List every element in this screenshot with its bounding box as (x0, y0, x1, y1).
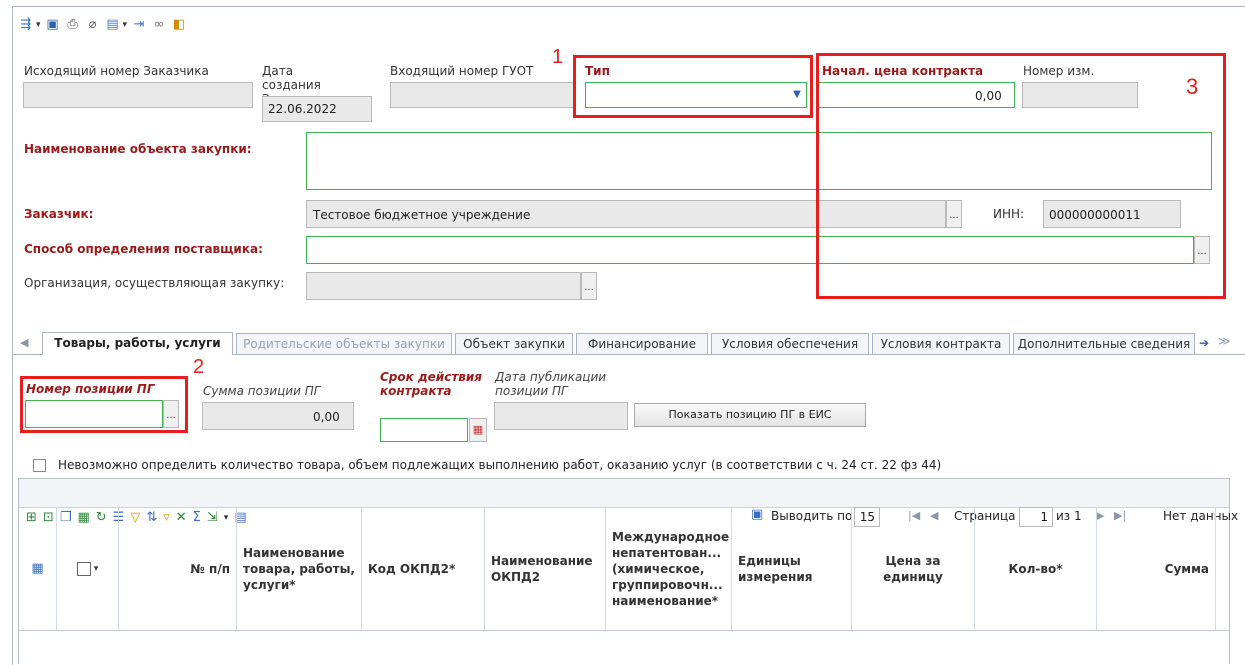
annotation-box-2 (20, 376, 188, 433)
export-icon[interactable]: ⇥ (131, 17, 147, 33)
publish-date-field (494, 402, 628, 430)
outgoing-number-field (23, 82, 253, 108)
cannot-determine-checkbox[interactable] (33, 459, 46, 472)
tab-parent-objects[interactable]: Родительские объекты закупки (236, 333, 452, 354)
incoming-number-field (390, 82, 575, 108)
scroll-right-icon[interactable]: ➔ (1199, 336, 1209, 350)
tab-purchase-object[interactable]: Объект закупки (455, 333, 573, 354)
plan-sum-value: 0,00 (313, 410, 340, 424)
plan-sum-label: Сумма позиции ПГ (203, 384, 321, 398)
report-icon[interactable]: ▤ (105, 17, 121, 33)
annotation-number-1: 1 (552, 46, 564, 68)
annotation-number-3: 3 (1186, 74, 1199, 99)
chevron-down-icon[interactable]: ▾ (94, 561, 99, 577)
calendar-icon[interactable]: ▦ (469, 418, 487, 442)
select-all-cell: ▾ (57, 507, 119, 631)
save-icon[interactable]: ▣ (45, 17, 61, 33)
incoming-number-label: Входящий номер ГУОТ (390, 64, 534, 78)
column-header-sum[interactable]: Сумма (1097, 507, 1216, 631)
chevron-down-icon[interactable]: ▾ (123, 20, 128, 30)
select-all-checkbox[interactable] (76, 561, 91, 576)
tab-financing[interactable]: Финансирование (576, 333, 708, 354)
customer-value: Тестовое бюджетное учреждение (313, 208, 531, 222)
exit-icon[interactable]: ◧ (171, 17, 187, 33)
organization-label: Организация, осуществляющая закупку: (24, 276, 285, 290)
annotation-number-2: 2 (193, 356, 205, 378)
tabs-menu-icon[interactable]: ≫ (1218, 334, 1231, 348)
attach-icon[interactable]: ⌀ (85, 17, 101, 33)
workflow-icon[interactable]: ⇶ (18, 17, 34, 33)
customer-label: Заказчик: (24, 207, 94, 221)
organization-select-button[interactable]: ... (581, 272, 597, 300)
column-header-okpd2-name[interactable]: Наименование ОКПД2 (485, 507, 606, 631)
grid-toolbar (19, 479, 1229, 508)
publish-date-label: Дата публикации позиции ПГ (495, 370, 607, 398)
purchase-object-label: Наименование объекта закупки: (24, 142, 252, 156)
tab-goods[interactable]: Товары, работы, услуги (42, 332, 233, 355)
annotation-box-3 (816, 53, 1226, 299)
column-header-inn-name[interactable]: Международное непатентован... (химическо… (606, 507, 732, 631)
contract-term-label: Срок действия контракта (380, 370, 482, 398)
column-header-unit-price[interactable]: Цена за единицу (852, 507, 975, 631)
annotation-box-1 (573, 55, 813, 118)
tab-security[interactable]: Условия обеспечения (711, 333, 869, 354)
column-header-okpd2-code[interactable]: Код ОКПД2* (362, 507, 485, 631)
created-date-value: 22.06.2022 (268, 102, 337, 116)
column-header-quantity[interactable]: Кол-во* (975, 507, 1097, 631)
tab-contract-terms[interactable]: Условия контракта (872, 333, 1010, 354)
cannot-determine-label: Невозможно определить количество товара,… (58, 458, 942, 472)
column-header-overflow (1216, 507, 1229, 631)
print-icon[interactable]: ⎙ (65, 17, 81, 33)
organization-field (306, 272, 581, 300)
show-position-button[interactable]: Показать позицию ПГ в ЕИС (634, 403, 866, 427)
table-settings-icon[interactable]: ▦ (31, 561, 43, 577)
link-icon[interactable]: ∞ (151, 17, 167, 33)
chevron-down-icon[interactable]: ▾ (36, 20, 41, 30)
outgoing-number-label: Исходящий номер Заказчика (24, 64, 209, 78)
column-header-units[interactable]: Единицы измерения (732, 507, 852, 631)
scroll-left-icon[interactable]: ◀ (20, 336, 28, 349)
column-header-goods-name[interactable]: Наименование товара, работы, услуги* (237, 507, 362, 631)
supplier-method-label: Способ определения поставщика: (24, 242, 263, 256)
main-toolbar: ⇶ ▾ ▣ ⎙ ⌀ ▤ ▾ ⇥ ∞ ◧ (18, 14, 187, 36)
column-header-number[interactable]: № п/п (119, 507, 237, 631)
grid-settings-cell: ▦ (19, 507, 57, 631)
tab-additional[interactable]: Дополнительные сведения (1013, 333, 1195, 354)
contract-term-field[interactable] (380, 418, 468, 442)
